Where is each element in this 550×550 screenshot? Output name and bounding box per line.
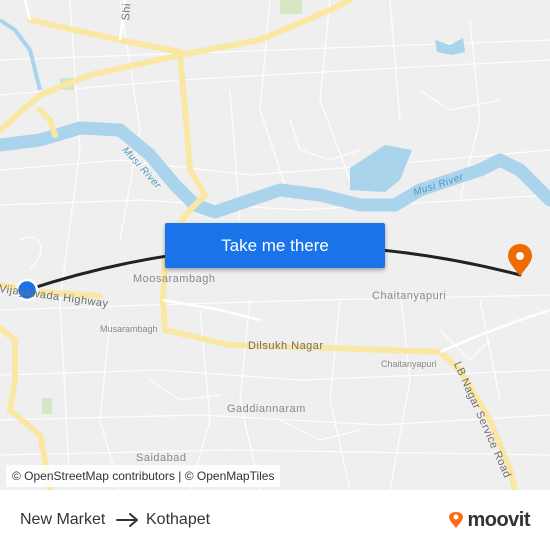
right-arrow-icon [116,513,138,527]
place-label-chaitanyapuri: Chaitanyapuri [372,290,447,302]
brand-name: moovit [467,508,530,531]
place-label-saidabad: Saidabad [136,452,187,464]
route-footer: New Market Kothapet moovit [0,490,550,550]
road-label-top: Shi [120,2,134,22]
place-label-musarambagh: Musarambagh [100,324,158,334]
place-label-chaitanyapuri-small: Chaitanyapuri [381,359,437,369]
map-widget: Shi Vijayawada Highway Dilsukh Nagar LB … [0,0,550,550]
map-attribution[interactable]: © OpenStreetMap contributors | © OpenMap… [6,465,281,487]
map-canvas[interactable]: Shi Vijayawada Highway Dilsukh Nagar LB … [0,0,550,490]
place-label-gaddiannaram: Gaddiannaram [227,403,306,415]
moovit-logo[interactable]: moovit [447,508,530,532]
moovit-pin-icon [449,512,464,528]
origin-name: New Market [20,511,106,528]
destination-name: Kothapet [146,511,211,528]
take-me-there-button[interactable]: Take me there [165,223,385,268]
place-label-moosarambagh: Moosarambagh [133,273,216,285]
destination-marker [508,244,532,276]
road-label-dilsukh-nagar: Dilsukh Nagar [248,340,324,352]
